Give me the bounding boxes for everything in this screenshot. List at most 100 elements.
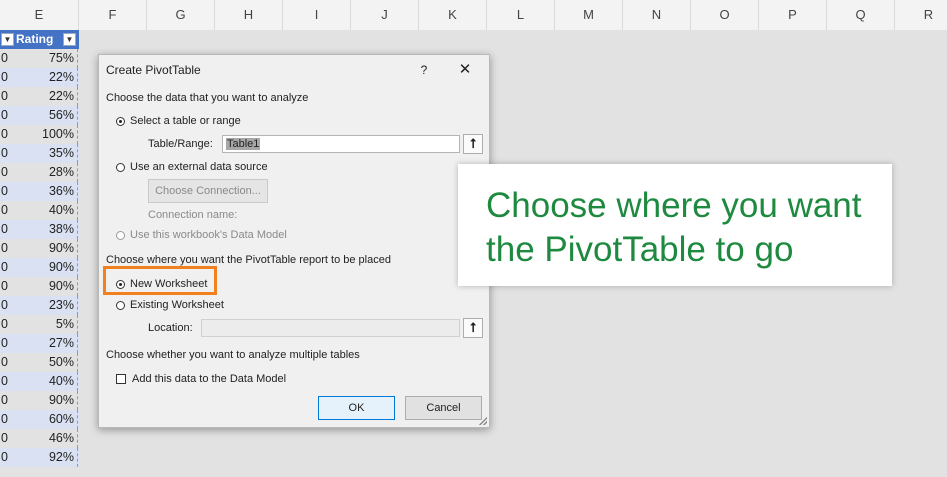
cell-prev[interactable]: 0 (0, 334, 15, 353)
column-header[interactable]: R (895, 0, 947, 30)
table-row[interactable]: 0 90% (0, 258, 79, 277)
column-header[interactable]: J (351, 0, 419, 30)
cell-rating[interactable]: 46% (14, 429, 78, 448)
column-header[interactable]: L (487, 0, 555, 30)
cell-rating[interactable]: 23% (14, 296, 78, 315)
cell-rating[interactable]: 28% (14, 163, 78, 182)
cell-rating[interactable]: 27% (14, 334, 78, 353)
column-header[interactable]: Q (827, 0, 895, 30)
table-row[interactable]: 0 23% (0, 296, 79, 315)
column-header[interactable]: O (691, 0, 759, 30)
table-range-input[interactable]: Table1 (222, 135, 460, 153)
table-row[interactable]: 0 5% (0, 315, 79, 334)
cell-rating[interactable]: 40% (14, 201, 78, 220)
cell-rating[interactable]: 90% (14, 258, 78, 277)
cell-prev[interactable]: 0 (0, 49, 15, 68)
table-row[interactable]: 0 75% (0, 49, 79, 68)
cell-prev[interactable]: 0 (0, 144, 15, 163)
table-row[interactable]: 0 46% (0, 429, 79, 448)
cell-prev[interactable]: 0 (0, 68, 15, 87)
radio-select-table[interactable]: Select a table or range (116, 113, 241, 129)
table-row[interactable]: 0 27% (0, 334, 79, 353)
close-button[interactable]: ✕ (454, 59, 476, 81)
cell-prev[interactable]: 0 (0, 220, 15, 239)
table-row[interactable]: 0 22% (0, 68, 79, 87)
cell-rating[interactable]: 100% (14, 125, 78, 144)
cell-prev[interactable]: 0 (0, 448, 15, 467)
checkbox-add-data-model[interactable]: Add this data to the Data Model (116, 371, 286, 387)
cell-rating[interactable]: 5% (14, 315, 78, 334)
column-header[interactable]: I (283, 0, 351, 30)
table-row[interactable]: 0 36% (0, 182, 79, 201)
column-header[interactable]: E (0, 0, 79, 30)
location-input[interactable] (201, 319, 460, 337)
cell-rating[interactable]: 56% (14, 106, 78, 125)
cell-prev[interactable]: 0 (0, 106, 15, 125)
cell-prev[interactable]: 0 (0, 201, 15, 220)
column-header[interactable]: N (623, 0, 691, 30)
radio-external-source[interactable]: Use an external data source (116, 159, 268, 175)
column-header[interactable]: P (759, 0, 827, 30)
cell-prev[interactable]: 0 (0, 182, 15, 201)
radio-existing-worksheet[interactable]: Existing Worksheet (116, 297, 224, 313)
table-row[interactable]: 0 90% (0, 391, 79, 410)
radio-data-model[interactable]: Use this workbook's Data Model (116, 227, 287, 243)
cell-prev[interactable]: 0 (0, 315, 15, 334)
column-header[interactable]: G (147, 0, 215, 30)
cell-prev[interactable]: 0 (0, 429, 15, 448)
collapse-dialog-icon[interactable]: ⭡ (463, 134, 483, 154)
cell-prev[interactable]: 0 (0, 296, 15, 315)
cell-rating[interactable]: 75% (14, 49, 78, 68)
filter-dropdown-icon[interactable]: ▼ (63, 33, 76, 46)
resize-grip-icon[interactable] (479, 417, 487, 425)
table-row[interactable]: 0 56% (0, 106, 79, 125)
cell-rating[interactable]: 50% (14, 353, 78, 372)
table-row[interactable]: 0 92% (0, 448, 79, 467)
cell-rating[interactable]: 38% (14, 220, 78, 239)
ok-button[interactable]: OK (318, 396, 395, 420)
cell-rating[interactable]: 22% (14, 87, 78, 106)
cell-prev[interactable]: 0 (0, 353, 15, 372)
table-row[interactable]: 0 40% (0, 201, 79, 220)
cell-prev[interactable]: 0 (0, 163, 15, 182)
table-row[interactable]: 0 35% (0, 144, 79, 163)
filter-dropdown-icon[interactable]: ▼ (1, 33, 14, 46)
column-header[interactable]: H (215, 0, 283, 30)
table-row[interactable]: 0 90% (0, 277, 79, 296)
cell-prev[interactable]: 0 (0, 391, 15, 410)
table-row[interactable]: 0 100% (0, 125, 79, 144)
cell-rating[interactable]: 35% (14, 144, 78, 163)
table-row[interactable]: 0 28% (0, 163, 79, 182)
choose-connection-button[interactable]: Choose Connection... (148, 179, 268, 203)
table-row[interactable]: 0 90% (0, 239, 79, 258)
table-row[interactable]: 0 50% (0, 353, 79, 372)
column-header[interactable]: K (419, 0, 487, 30)
cell-prev[interactable]: 0 (0, 87, 15, 106)
column-header[interactable]: F (79, 0, 147, 30)
cell-rating[interactable]: 92% (14, 448, 78, 467)
cell-rating[interactable]: 36% (14, 182, 78, 201)
cell-rating[interactable]: 22% (14, 68, 78, 87)
column-header[interactable]: M (555, 0, 623, 30)
help-button[interactable]: ? (413, 59, 435, 81)
table-row[interactable]: 0 22% (0, 87, 79, 106)
collapse-dialog-icon[interactable]: ⭡ (463, 318, 483, 338)
table-row[interactable]: 0 40% (0, 372, 79, 391)
cancel-button[interactable]: Cancel (405, 396, 482, 420)
cell-rating[interactable]: 90% (14, 391, 78, 410)
callout-text: Choose where you want the PivotTable to … (486, 184, 886, 272)
callout-line-2: the PivotTable to go (486, 230, 794, 269)
cell-prev[interactable]: 0 (0, 239, 15, 258)
cell-rating[interactable]: 90% (14, 239, 78, 258)
cell-prev[interactable]: 0 (0, 372, 15, 391)
cell-prev[interactable]: 0 (0, 125, 15, 144)
cell-rating[interactable]: 90% (14, 277, 78, 296)
cell-rating[interactable]: 40% (14, 372, 78, 391)
table-row[interactable]: 0 60% (0, 410, 79, 429)
cell-prev[interactable]: 0 (0, 258, 15, 277)
section-placement-label: Choose where you want the PivotTable rep… (106, 254, 391, 266)
cell-prev[interactable]: 0 (0, 277, 15, 296)
cell-rating[interactable]: 60% (14, 410, 78, 429)
cell-prev[interactable]: 0 (0, 410, 15, 429)
table-row[interactable]: 0 38% (0, 220, 79, 239)
